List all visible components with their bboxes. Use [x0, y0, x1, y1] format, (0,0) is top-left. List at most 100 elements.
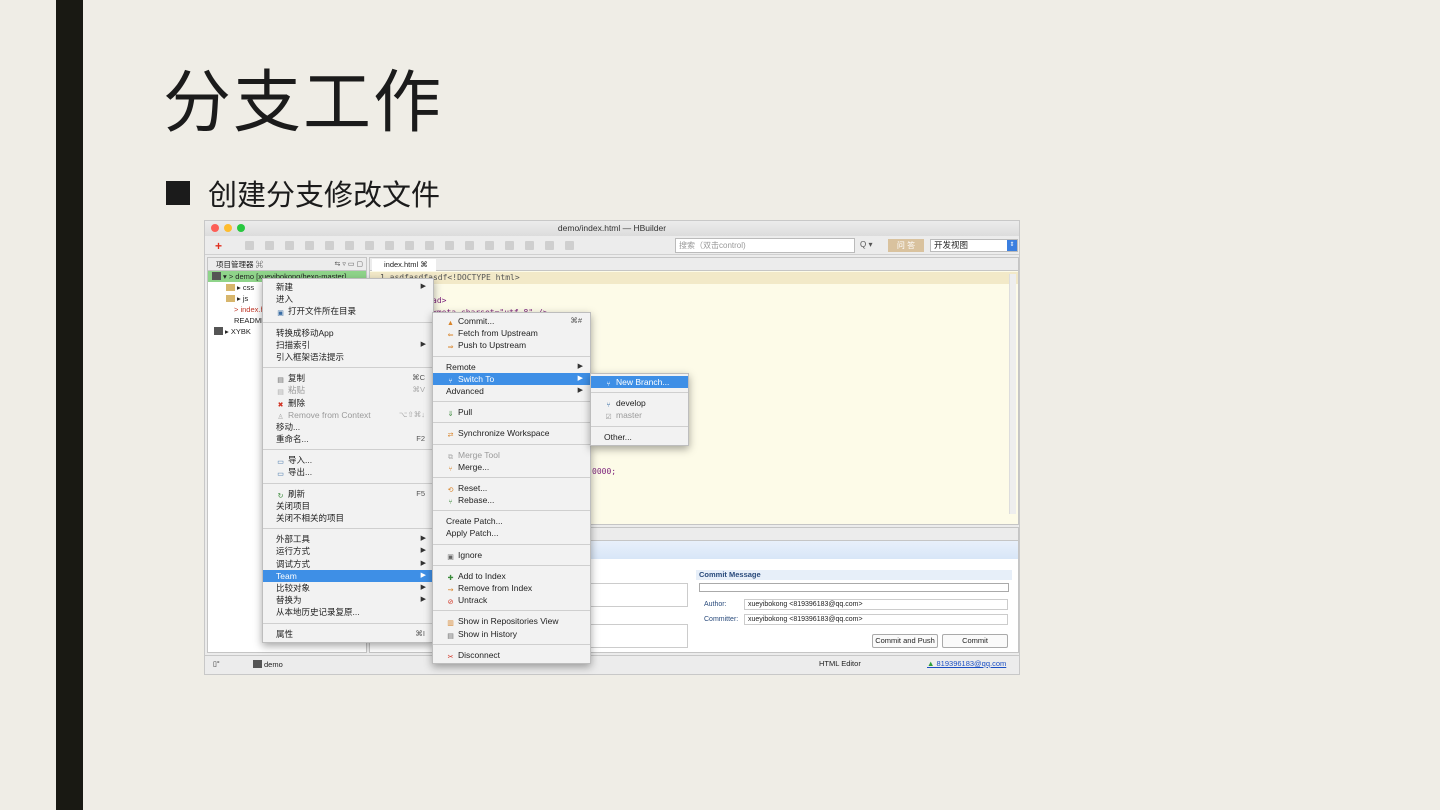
team-item-show-in-repositories-view[interactable]: ▥ Show in Repositories View	[433, 615, 590, 627]
shortcut-label: ⌥⇧⌘↓	[398, 409, 425, 419]
ctx-item-进入[interactable]: 进入	[263, 293, 433, 305]
ctx-item-label: 复制	[288, 373, 306, 384]
ctx-item-引入框架语法提示[interactable]: 引入框架语法提示	[263, 351, 433, 363]
ctx-item-删除[interactable]: ✖ 删除	[263, 397, 433, 409]
ctx-item-label: Team	[276, 570, 297, 581]
ctx-item-新建[interactable]: 新建 ▶	[263, 281, 433, 293]
app-icon[interactable]	[525, 241, 534, 250]
ctx-item-从本地历史记录复原[interactable]: 从本地历史记录复原...	[263, 606, 433, 618]
team-item-create-patch[interactable]: Create Patch...	[433, 515, 590, 527]
back-icon[interactable]	[425, 241, 434, 250]
switch-item-other[interactable]: Other...	[591, 431, 688, 443]
search-input[interactable]: 搜索（双击control)	[675, 238, 855, 253]
folder-icon	[226, 284, 235, 291]
new-plus-icon[interactable]: +	[215, 239, 222, 253]
switch-item-label: master	[616, 410, 642, 421]
team-item-merge-tool[interactable]: ⧉ Merge Tool	[433, 449, 590, 461]
comment-icon[interactable]	[385, 241, 394, 250]
view-select[interactable]: 开发视图 ⇕	[930, 239, 1018, 252]
ctx-item-扫描索引[interactable]: 扫描索引 ▶	[263, 339, 433, 351]
team-item-advanced[interactable]: Advanced ▶	[433, 385, 590, 397]
team-submenu: ▲ Commit... ⌘# ⇐ Fetch from Upstream ⇒ Push to…	[432, 312, 591, 664]
rebase-icon: ⑂	[448, 499, 453, 507]
bookmark-icon[interactable]	[365, 241, 374, 250]
ctx-item-导入[interactable]: ▭ 导入...	[263, 454, 433, 466]
ctx-item-label: 新建	[276, 282, 294, 292]
ctx-item-重命名[interactable]: 重命名... F2	[263, 433, 433, 445]
ctx-item-刷新[interactable]: ↻ 刷新 F5	[263, 488, 433, 500]
synchronize-icon: ⇄	[447, 432, 454, 440]
ctx-item-比较对象[interactable]: 比较对象 ▶	[263, 582, 433, 594]
switch-item-label: develop	[616, 398, 646, 409]
team-item-ignore[interactable]: ▣ Ignore	[433, 549, 590, 561]
redo-icon[interactable]	[325, 241, 334, 250]
team-item-reset[interactable]: ⟲ Reset...	[433, 482, 590, 494]
ctx-item-外部工具[interactable]: 外部工具 ▶	[263, 533, 433, 545]
ctx-item-导出[interactable]: ▭ 导出...	[263, 466, 433, 478]
run-icon[interactable]	[405, 241, 414, 250]
panel-controls-icon[interactable]: ⇆ ▿ ▭ ▢	[335, 258, 363, 271]
team-item-synchronize-workspace[interactable]: ⇄ Synchronize Workspace	[433, 427, 590, 439]
browser-icon[interactable]	[445, 241, 454, 250]
team-item-merge[interactable]: ⑂ Merge...	[433, 461, 590, 473]
team-item-disconnect[interactable]: ✂ Disconnect	[433, 649, 590, 661]
team-item-switch-to[interactable]: ⑂ Switch To ▶	[433, 372, 590, 385]
ctx-item-属性[interactable]: 属性 ⌘I	[263, 628, 433, 640]
author-field[interactable]: xueyibokong <819396183@qq.com>	[744, 599, 1008, 610]
preview-icon[interactable]	[465, 241, 474, 250]
team-item-apply-patch[interactable]: Apply Patch...	[433, 527, 590, 539]
switch-item-master[interactable]: ☑ master	[591, 409, 688, 421]
team-item-label: Reset...	[458, 482, 488, 493]
ctx-item-打开文件所在目录[interactable]: ▣ 打开文件所在目录	[263, 305, 433, 317]
ctx-item-关闭不相关的项目[interactable]: 关闭不相关的项目	[263, 512, 433, 524]
team-item-remote[interactable]: Remote ▶	[433, 361, 590, 373]
layout-icon[interactable]	[565, 241, 574, 250]
team-item-remove-from-index[interactable]: ⇝ Remove from Index	[433, 582, 590, 594]
print-icon[interactable]	[285, 241, 294, 250]
switch-item-develop[interactable]: ⑂ develop	[591, 397, 688, 409]
ctx-item-remove-from-context[interactable]: ♙ Remove from Context ⌥⇧⌘↓	[263, 409, 433, 421]
team-item-label: Commit...	[458, 316, 495, 326]
commit-button[interactable]: Commit	[942, 634, 1008, 648]
font-icon[interactable]	[485, 241, 494, 250]
submenu-arrow-icon: ▶	[420, 559, 426, 567]
ctx-item-team[interactable]: Team ▶	[263, 569, 433, 582]
submenu-arrow-icon: ▶	[577, 374, 583, 382]
team-item-rebase[interactable]: ⑂ Rebase...	[433, 494, 590, 506]
status-user-link[interactable]: ▲ 819396183@qq.com	[927, 659, 1006, 668]
team-item-show-in-history[interactable]: ▤ Show in History	[433, 628, 590, 640]
search-icon[interactable]: Q ▾	[860, 240, 872, 249]
ctx-item-粘贴[interactable]: ▤ 粘贴 ⌘V	[263, 384, 433, 396]
ctx-item-复制[interactable]: ▤ 复制 ⌘C	[263, 372, 433, 384]
qa-button[interactable]: 问 答	[888, 239, 924, 252]
ctx-item-转换成移动app[interactable]: 转换成移动App	[263, 327, 433, 339]
committer-field[interactable]: xueyibokong <819396183@qq.com>	[744, 614, 1008, 625]
team-item-untrack[interactable]: ⊘ Untrack	[433, 594, 590, 606]
team-item-add-to-index[interactable]: ✚ Add to Index	[433, 570, 590, 582]
undo-icon[interactable]	[305, 241, 314, 250]
ctx-item-替换为[interactable]: 替换为 ▶	[263, 594, 433, 606]
font-size-icon[interactable]	[505, 241, 514, 250]
view-select-value: 开发视图	[934, 240, 969, 250]
minimize-window-icon[interactable]	[224, 224, 232, 232]
commit-and-push-button[interactable]: Commit and Push	[872, 634, 938, 648]
format-icon[interactable]	[345, 241, 354, 250]
switch-item-new-branch[interactable]: ⑂ New Branch...	[591, 376, 688, 389]
ctx-item-移动[interactable]: 移动...	[263, 421, 433, 433]
project-panel-tab[interactable]: 项目管理器 ⌘ ⇆ ▿ ▭ ▢	[208, 258, 366, 271]
close-window-icon[interactable]	[211, 224, 219, 232]
save-icon[interactable]	[245, 241, 254, 250]
team-item-pull[interactable]: ⇓ Pull	[433, 406, 590, 418]
ctx-item-运行方式[interactable]: 运行方式 ▶	[263, 545, 433, 557]
editor-tab-index[interactable]: index.html ⌘	[372, 259, 436, 271]
maximize-window-icon[interactable]	[237, 224, 245, 232]
team-item-fetch-from-upstream[interactable]: ⇐ Fetch from Upstream	[433, 327, 590, 339]
team-item-push-to-upstream[interactable]: ⇒ Push to Upstream	[433, 339, 590, 351]
commit-message-input[interactable]	[699, 583, 1009, 592]
ctx-item-关闭项目[interactable]: 关闭项目	[263, 500, 433, 512]
device-icon[interactable]	[545, 241, 554, 250]
save-all-icon[interactable]	[265, 241, 274, 250]
ctx-item-调试方式[interactable]: 调试方式 ▶	[263, 558, 433, 570]
editor-scrollbar[interactable]	[1009, 274, 1016, 514]
team-item-commit[interactable]: ▲ Commit... ⌘#	[433, 315, 590, 327]
